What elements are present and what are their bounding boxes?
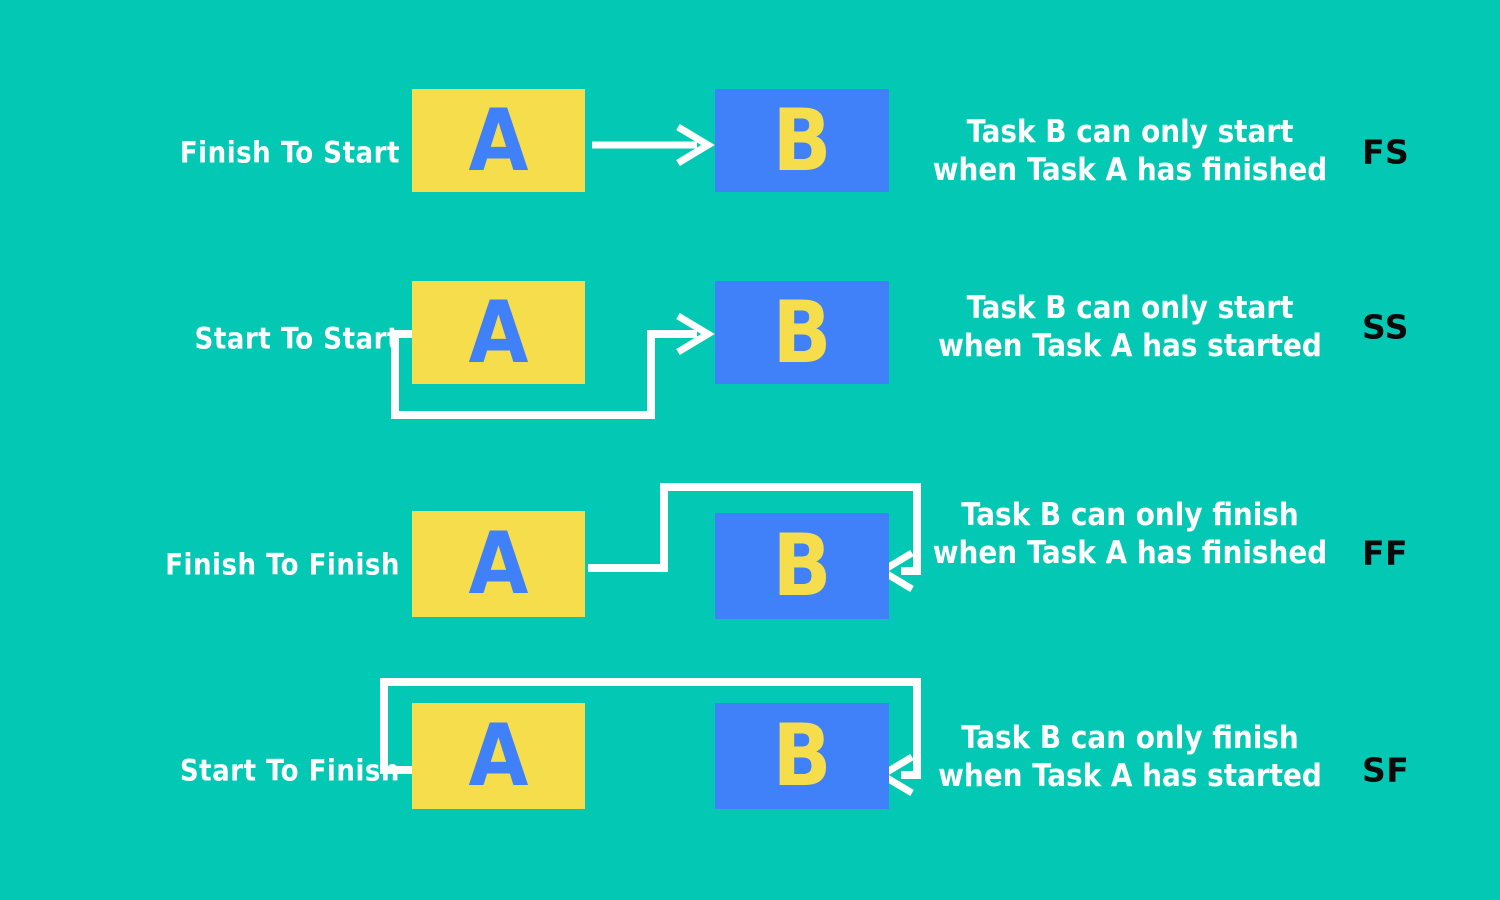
task-a-letter: A [468, 514, 529, 614]
row-label-finish-to-start: Finish To Start [179, 135, 400, 170]
task-box-a-start-to-start[interactable]: A [412, 281, 585, 384]
task-b-letter: B [772, 90, 832, 191]
description-line-2: when Task A has finished [932, 152, 1328, 188]
description-line-2: when Task A has started [938, 328, 1322, 364]
description-line-2: when Task A has started [938, 758, 1322, 794]
description-line-2: when Task A has finished [932, 535, 1328, 571]
task-b-letter: B [772, 282, 832, 383]
description-finish-to-finish: Task B can only finish when Task A has f… [920, 497, 1340, 573]
row-label-finish-to-finish: Finish To Finish [165, 547, 400, 582]
task-box-a-finish-to-finish[interactable]: A [412, 511, 585, 617]
row-label-start-to-finish: Start To Finish [179, 753, 400, 788]
description-start-to-start: Task B can only start when Task A has st… [920, 290, 1340, 366]
task-box-b-start-to-start[interactable]: B [715, 281, 889, 384]
description-line-1: Task B can only finish [961, 720, 1299, 757]
description-finish-to-start: Task B can only start when Task A has fi… [920, 114, 1340, 190]
task-b-letter: B [772, 516, 832, 616]
abbreviation-finish-to-finish: FF [1362, 533, 1409, 573]
task-box-b-finish-to-start[interactable]: B [715, 89, 889, 192]
diagram-canvas: Finish To Start A B Task B can only star… [0, 0, 1500, 900]
abbreviation-finish-to-start: FS [1362, 132, 1410, 172]
abbreviation-start-to-finish: SF [1362, 750, 1410, 790]
task-a-letter: A [468, 90, 529, 191]
abbreviation-start-to-start: SS [1362, 307, 1410, 347]
task-box-b-finish-to-finish[interactable]: B [715, 513, 889, 619]
task-b-letter: B [772, 706, 832, 806]
task-a-letter: A [468, 282, 529, 383]
description-start-to-finish: Task B can only finish when Task A has s… [920, 720, 1340, 796]
connector-finish-to-start [592, 123, 715, 167]
task-box-b-start-to-finish[interactable]: B [715, 703, 889, 809]
task-a-letter: A [468, 706, 529, 806]
row-label-start-to-start: Start To Start [194, 321, 400, 356]
description-line-1: Task B can only finish [961, 497, 1299, 534]
description-line-1: Task B can only start [966, 290, 1294, 327]
task-box-a-start-to-finish[interactable]: A [412, 703, 585, 809]
task-box-a-finish-to-start[interactable]: A [412, 89, 585, 192]
description-line-1: Task B can only start [966, 114, 1294, 151]
